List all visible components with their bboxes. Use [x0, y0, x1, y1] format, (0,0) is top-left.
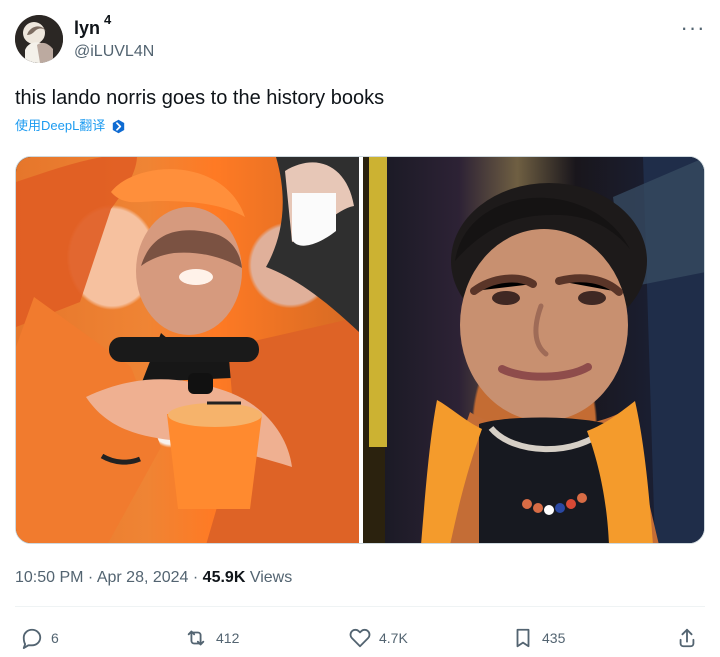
reply-button[interactable]: 6 [21, 627, 59, 649]
share-icon [676, 627, 698, 649]
tweet-meta: 10:50 PM · Apr 28, 2024 · 45.9K Views [15, 568, 292, 588]
like-icon [349, 627, 371, 649]
like-count: 4.7K [379, 630, 408, 646]
more-icon: ··· [680, 15, 706, 40]
divider [15, 606, 705, 607]
bookmark-icon [512, 627, 534, 649]
translate-label[interactable]: 使用DeepL翻译 [15, 117, 105, 135]
timestamp[interactable]: 10:50 PM · Apr 28, 2024 · [15, 569, 203, 586]
bookmark-count: 435 [542, 630, 566, 646]
deepl-icon [111, 119, 126, 134]
retweet-count: 412 [216, 630, 240, 646]
display-name[interactable]: lyn [74, 17, 100, 39]
views-label: Views [245, 569, 293, 586]
reply-icon [21, 627, 43, 649]
name-superscript: 4 [104, 12, 112, 27]
reply-count: 6 [51, 630, 59, 646]
tweet-photo-left[interactable] [16, 157, 359, 543]
bookmark-button[interactable]: 435 [512, 627, 565, 649]
views-count[interactable]: 45.9K [203, 569, 246, 586]
tweet-photo-right[interactable] [363, 157, 704, 543]
user-handle[interactable]: @iLUVL4N [74, 42, 154, 62]
translate-link[interactable]: 使用DeepL翻译 [15, 117, 126, 135]
retweet-icon [184, 627, 208, 649]
tweet-text: this lando norris goes to the history bo… [15, 87, 385, 109]
tweet-actions: 6 412 4.7K 435 [15, 621, 705, 657]
tweet-card: lyn 4 @iLUVL4N ··· this lando norris goe… [0, 0, 720, 657]
share-button[interactable] [676, 627, 698, 649]
avatar[interactable] [15, 15, 63, 63]
like-button[interactable]: 4.7K [349, 627, 408, 649]
media-grid[interactable] [15, 156, 705, 544]
retweet-button[interactable]: 412 [184, 627, 239, 649]
profile-photo [15, 15, 63, 63]
more-button[interactable]: ··· [680, 15, 706, 40]
